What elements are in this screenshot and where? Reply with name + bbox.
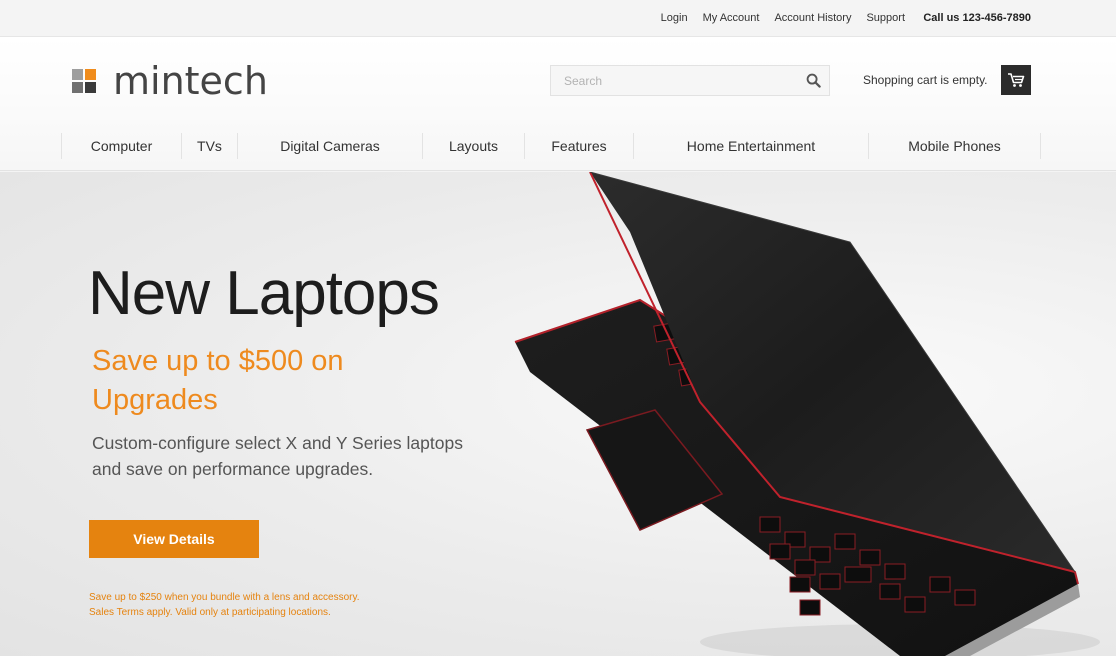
nav-item-features[interactable]: Features [524,133,633,159]
login-link[interactable]: Login [661,12,688,24]
nav-item-mobile-phones[interactable]: Mobile Phones [868,133,1041,159]
call-us-text: Call us 123-456-7890 [923,12,1031,24]
nav-item-tvs[interactable]: TVs [181,133,237,159]
hero-note-line-2: Sales Terms apply. Valid only at partici… [89,607,331,618]
header: mintech Shopping cart is empty. Computer… [0,37,1116,171]
support-link[interactable]: Support [866,12,905,24]
search-icon[interactable] [806,73,821,88]
search-box [550,65,830,96]
hero-note: Save up to $250 when you bundle with a l… [89,590,360,620]
cart-button[interactable] [1001,65,1031,95]
nav-item-digital-cameras[interactable]: Digital Cameras [237,133,422,159]
view-details-button[interactable]: View Details [89,520,259,558]
hero-banner: New Laptops Save up to $500 on Upgrades … [0,172,1116,656]
nav-item-home-entertainment[interactable]: Home Entertainment [633,133,868,159]
logo[interactable]: mintech [72,59,268,103]
top-bar: Login My Account Account History Support… [0,0,1116,37]
hero-title: New Laptops [88,259,440,328]
search-input[interactable] [551,66,791,95]
my-account-link[interactable]: My Account [703,12,760,24]
cart-status-text: Shopping cart is empty. [863,73,988,87]
top-links: Login My Account Account History Support [661,12,905,24]
logo-text: mintech [113,59,268,103]
logo-mark-icon [72,69,96,93]
hero-description: Custom-configure select X and Y Series l… [92,433,463,479]
main-nav: Computer TVs Digital Cameras Layouts Fea… [61,133,1041,159]
hero-subtitle: Save up to $500 on Upgrades [92,345,344,416]
nav-item-computer[interactable]: Computer [61,133,181,159]
nav-item-layouts[interactable]: Layouts [422,133,524,159]
account-history-link[interactable]: Account History [774,12,851,24]
cart-icon [1008,73,1025,87]
hero-note-line-1: Save up to $250 when you bundle with a l… [89,592,360,603]
